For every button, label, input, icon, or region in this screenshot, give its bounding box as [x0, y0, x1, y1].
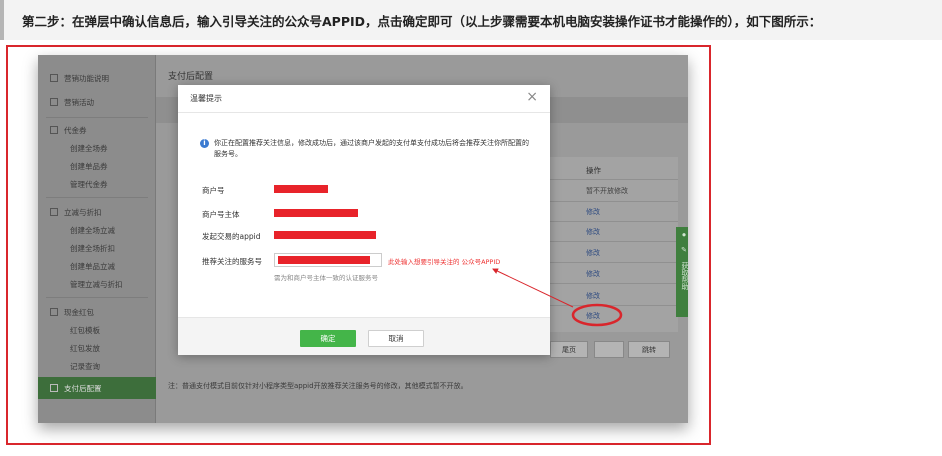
sidebar-item-label: 创建单品券	[70, 161, 108, 171]
sidebar-item-record-query[interactable]: 记录查询	[38, 355, 156, 377]
help-side-tab[interactable]: ⏺ ✎ 获取帮助	[676, 227, 688, 317]
cancel-button[interactable]: 取消	[368, 330, 424, 347]
reminder-dialog: 温馨提示 × i 你正在配置推荐关注信息，修改成功后，通过该商户发起的支付单支付…	[178, 85, 550, 355]
table-row-divider	[538, 201, 678, 202]
sidebar-item-label: 支付后配置	[64, 383, 102, 393]
page-number-input[interactable]	[594, 341, 624, 358]
help-tab-label: 获取帮助	[681, 262, 688, 290]
sidebar-group-label: 立减与折扣	[64, 207, 102, 217]
sidebar-item-manage-coupons[interactable]: 管理代金券	[38, 173, 156, 195]
sidebar-divider	[46, 297, 148, 298]
table-row-divider	[538, 262, 678, 263]
table-row-divider	[538, 283, 678, 284]
table-cell-no-edit: 暂不开放修改	[586, 187, 628, 195]
dialog-title: 温馨提示	[190, 94, 222, 103]
doc-icon	[50, 74, 58, 82]
sidebar-item-label: 管理立减与折扣	[70, 279, 123, 289]
close-icon[interactable]: ×	[526, 89, 538, 105]
sidebar-item-label: 记录查询	[70, 361, 100, 371]
annotation-frame: 营销功能说明 营销活动 代金券 创建全场券 创建单品券 管理代金券 立减与折扣 …	[6, 45, 711, 445]
campaign-icon	[50, 98, 58, 106]
merchant-id-label: 商户号	[202, 186, 225, 195]
redacted-appid	[274, 231, 376, 239]
edit-link[interactable]: 修改	[586, 269, 600, 279]
redacted-merchant-id	[274, 185, 328, 193]
redacted-input-value	[278, 256, 370, 264]
sidebar-item-label: 创建全场折扣	[70, 243, 115, 253]
sidebar: 营销功能说明 营销活动 代金券 创建全场券 创建单品券 管理代金券 立减与折扣 …	[38, 55, 156, 423]
table-row-divider	[538, 179, 678, 180]
info-icon: i	[200, 139, 209, 148]
table-row-divider	[538, 241, 678, 242]
sidebar-item-label: 创建单品立减	[70, 261, 115, 271]
sidebar-item-label: 管理代金券	[70, 179, 108, 189]
sidebar-item-post-payment-config[interactable]: 支付后配置	[38, 377, 156, 399]
recommended-account-label: 推荐关注的服务号	[202, 257, 262, 266]
dialog-info-text: 你正在配置推荐关注信息，修改成功后，通过该商户发起的支付单支付成功后将会推荐关注…	[214, 139, 529, 158]
merchant-platform-screenshot: 营销功能说明 营销活动 代金券 创建全场券 创建单品券 管理代金券 立减与折扣 …	[38, 55, 688, 423]
settings-icon	[50, 384, 58, 392]
sidebar-group-campaigns[interactable]: 营销活动	[38, 91, 156, 113]
last-page-button[interactable]: 尾页	[550, 341, 588, 358]
goto-page-button[interactable]: 跳转	[628, 341, 670, 358]
input-help-text: 需为和商户号主体一致的认证服务号	[274, 274, 378, 282]
edit-link[interactable]: 修改	[586, 227, 600, 237]
dialog-footer: 确定 取消	[178, 317, 550, 355]
sidebar-item-manage-discounts[interactable]: 管理立减与折扣	[38, 273, 156, 295]
merchant-entity-label: 商户号主体	[202, 210, 240, 219]
page-title: 支付后配置	[168, 72, 214, 82]
confirm-button[interactable]: 确定	[300, 330, 356, 347]
sidebar-group-label: 营销活动	[64, 97, 94, 107]
input-annotation-hint: 此处输入想要引导关注的 公众号APPID	[388, 258, 501, 266]
edit-link[interactable]: 修改	[586, 207, 600, 217]
sidebar-divider	[46, 117, 148, 118]
sidebar-group-label: 现金红包	[64, 307, 94, 317]
edit-link[interactable]: 修改	[586, 291, 600, 301]
red-packet-icon	[50, 308, 58, 316]
table-row-divider	[538, 221, 678, 222]
edit-icon: ✎	[681, 246, 687, 254]
sidebar-item-label: 创建全场立减	[70, 225, 115, 235]
table-row-divider	[538, 305, 678, 306]
sidebar-item-label: 红包发放	[70, 343, 100, 353]
sidebar-divider	[46, 197, 148, 198]
operation-column-header: 操作	[586, 166, 601, 175]
edit-link-highlighted[interactable]: 修改	[586, 311, 600, 321]
sidebar-item-label: 红包模板	[70, 325, 100, 335]
coupon-icon	[50, 126, 58, 134]
appid-label: 发起交易的appid	[202, 232, 261, 241]
dialog-header: 温馨提示 ×	[178, 85, 550, 113]
edit-link[interactable]: 修改	[586, 248, 600, 258]
sidebar-group-label: 营销功能说明	[64, 73, 109, 83]
footer-note: 注：普通支付模式目前仅针对小程序类型appid开放推荐关注服务号的修改，其他模式…	[168, 382, 468, 390]
sidebar-group-label: 代金券	[64, 125, 87, 135]
sidebar-group-feature-intro[interactable]: 营销功能说明	[38, 67, 156, 89]
step-instruction-banner: 第二步：在弹层中确认信息后，输入引导关注的公众号APPID，点击确定即可（以上步…	[0, 0, 942, 40]
redacted-merchant-entity	[274, 209, 358, 217]
discount-icon	[50, 208, 58, 216]
mic-icon: ⏺	[682, 231, 686, 239]
sidebar-item-label: 创建全场券	[70, 143, 108, 153]
